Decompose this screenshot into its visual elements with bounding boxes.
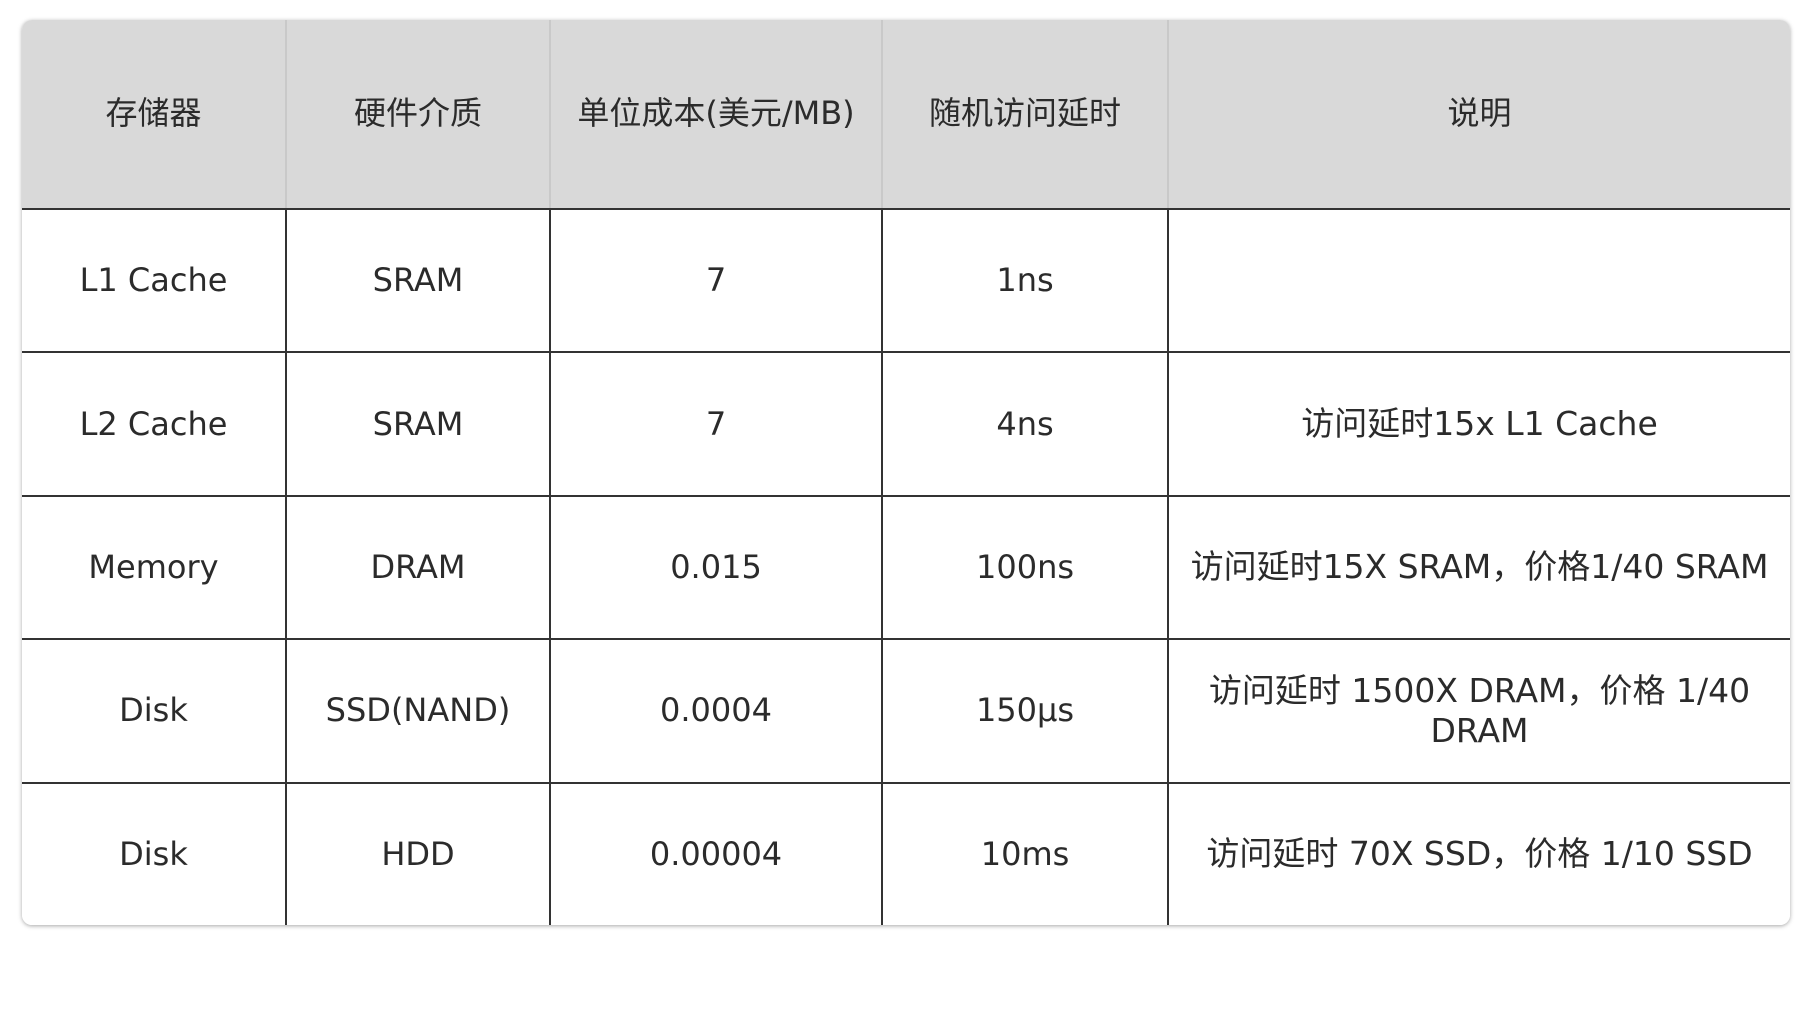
header-description: 说明 [1167, 20, 1790, 210]
cell-storage: L2 Cache [22, 351, 287, 497]
table-row: L2 Cache SRAM 7 4ns 访问延时15x L1 Cache [22, 351, 1790, 497]
cell-unit-cost: 0.0004 [549, 638, 883, 784]
cell-description: 访问延时 70X SSD，价格 1/10 SSD [1167, 781, 1790, 925]
cell-unit-cost: 0.00004 [549, 781, 883, 925]
header-random-access-latency: 随机访问延时 [881, 20, 1169, 210]
table-row: Disk SSD(NAND) 0.0004 150μs 访问延时 1500X D… [22, 638, 1790, 784]
cell-description: 访问延时15X SRAM，价格1/40 SRAM [1167, 494, 1790, 641]
cell-description: 访问延时15x L1 Cache [1167, 351, 1790, 497]
table-row: Memory DRAM 0.015 100ns 访问延时15X SRAM，价格1… [22, 494, 1790, 641]
cell-unit-cost: 0.015 [549, 494, 883, 641]
cell-hardware-medium: SRAM [285, 207, 551, 354]
cell-latency: 10ms [881, 781, 1169, 925]
cell-unit-cost: 7 [549, 207, 883, 354]
cell-latency: 1ns [881, 207, 1169, 354]
cell-latency: 100ns [881, 494, 1169, 641]
cell-hardware-medium: DRAM [285, 494, 551, 641]
table-row: L1 Cache SRAM 7 1ns [22, 207, 1790, 354]
cell-storage: Memory [22, 494, 287, 641]
table-header-row: 存储器 硬件介质 单位成本(美元/MB) 随机访问延时 说明 [22, 20, 1790, 210]
cell-description: 访问延时 1500X DRAM，价格 1/40 DRAM [1167, 638, 1790, 784]
cell-hardware-medium: HDD [285, 781, 551, 925]
cell-storage: Disk [22, 638, 287, 784]
cell-latency: 4ns [881, 351, 1169, 497]
cell-hardware-medium: SSD(NAND) [285, 638, 551, 784]
table-row: Disk HDD 0.00004 10ms 访问延时 70X SSD，价格 1/… [22, 781, 1790, 925]
cell-description [1167, 207, 1790, 354]
header-hardware-medium: 硬件介质 [285, 20, 551, 210]
cell-unit-cost: 7 [549, 351, 883, 497]
header-storage: 存储器 [22, 20, 287, 210]
cell-hardware-medium: SRAM [285, 351, 551, 497]
cell-storage: Disk [22, 781, 287, 925]
cell-latency: 150μs [881, 638, 1169, 784]
cell-storage: L1 Cache [22, 207, 287, 354]
storage-comparison-table: 存储器 硬件介质 单位成本(美元/MB) 随机访问延时 说明 L1 Cache … [22, 20, 1790, 925]
header-unit-cost: 单位成本(美元/MB) [549, 20, 883, 210]
storage-comparison-table-container: 存储器 硬件介质 单位成本(美元/MB) 随机访问延时 说明 L1 Cache … [22, 20, 1790, 925]
